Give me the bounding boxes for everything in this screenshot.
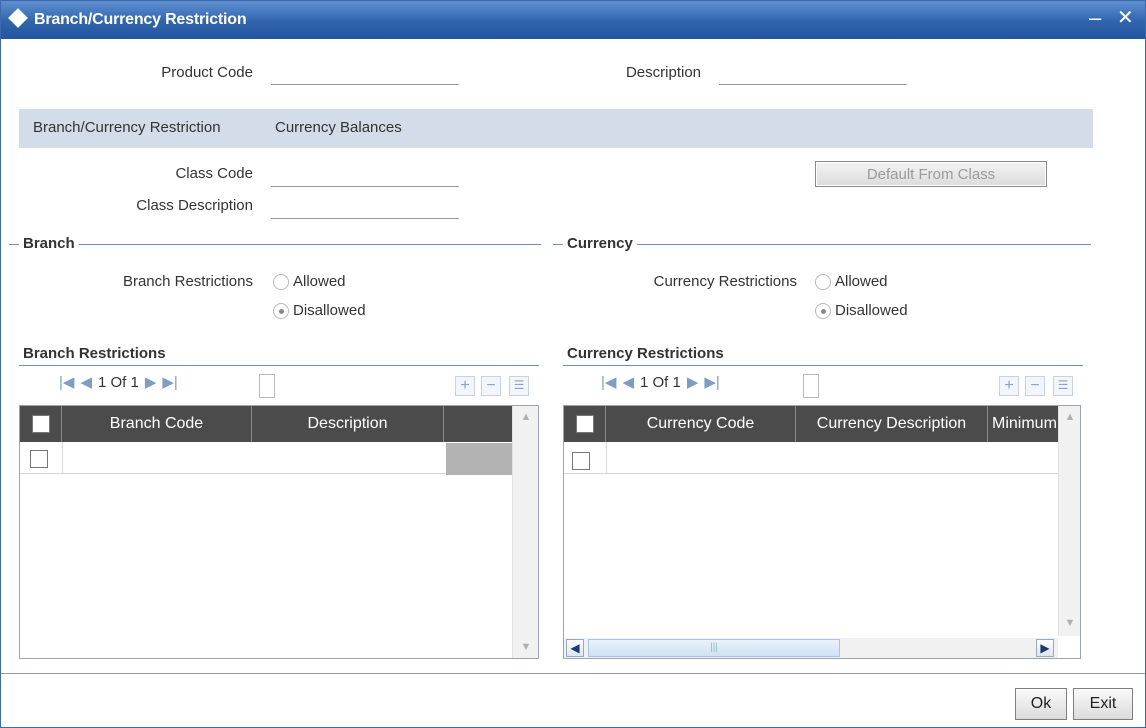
footer-bar: Ok Exit xyxy=(1,673,1145,727)
close-button[interactable]: ✕ xyxy=(1117,5,1134,31)
currency-disallowed-radio[interactable]: Disallowed xyxy=(815,302,908,319)
branch-grid-header: Branch Code Description xyxy=(20,406,512,442)
currency-restrictions-grid: Currency Code Currency Description Minim… xyxy=(563,405,1081,659)
window-diamond-icon xyxy=(8,8,28,28)
branch-section-divider xyxy=(9,244,541,245)
previous-page-icon[interactable]: ◀ xyxy=(80,373,92,391)
currency-grid-title: Currency Restrictions xyxy=(567,345,724,362)
branch-allowed-radio[interactable]: Allowed xyxy=(273,273,346,290)
delete-row-button[interactable]: − xyxy=(1025,376,1045,396)
select-all-checkbox[interactable] xyxy=(576,415,594,433)
exit-button[interactable]: Exit xyxy=(1073,688,1133,720)
window-title: Branch/Currency Restriction xyxy=(34,11,247,28)
branch-grid-title: Branch Restrictions xyxy=(23,345,166,362)
horizontal-scroll-thumb[interactable]: ||| xyxy=(588,639,840,657)
currency-page-indicator: 1 Of 1 xyxy=(639,373,681,391)
select-all-checkbox[interactable] xyxy=(32,415,50,433)
currency-description-column-header[interactable]: Currency Description xyxy=(796,406,988,442)
ok-button[interactable]: Ok xyxy=(1015,688,1067,720)
currency-section-title: Currency xyxy=(563,235,637,252)
row-checkbox[interactable] xyxy=(30,450,48,468)
branch-currency-restriction-window: Branch/Currency Restriction – ✕ Product … xyxy=(0,0,1146,728)
view-row-button[interactable]: ☰ xyxy=(1053,376,1073,396)
currency-allowed-radio[interactable]: Allowed xyxy=(815,273,888,290)
branch-page-input[interactable] xyxy=(259,374,275,398)
branch-disallowed-label: Disallowed xyxy=(293,302,366,319)
branch-page-indicator: 1 Of 1 xyxy=(97,373,139,391)
row-filler-cell xyxy=(446,443,512,475)
add-row-button[interactable]: + xyxy=(455,376,475,396)
delete-row-button[interactable]: − xyxy=(481,376,501,396)
minimize-button[interactable]: – xyxy=(1089,5,1101,31)
branch-description-column-header[interactable]: Description xyxy=(252,406,444,442)
branch-code-column-header[interactable]: Branch Code xyxy=(62,406,252,442)
scroll-up-icon[interactable]: ▲ xyxy=(517,408,535,426)
add-row-button[interactable]: + xyxy=(999,376,1019,396)
branch-grid-vertical-scrollbar[interactable]: ▲ ▼ xyxy=(512,406,538,658)
currency-allowed-label: Allowed xyxy=(835,273,888,290)
currency-grid-header: Currency Code Currency Description Minim… xyxy=(564,406,1058,442)
description-field[interactable] xyxy=(719,63,907,85)
tab-branch-currency-restriction[interactable]: Branch/Currency Restriction xyxy=(33,119,221,136)
table-row[interactable] xyxy=(564,442,1058,474)
branch-pager: |◀ ◀ 1 Of 1 ▶ ▶| xyxy=(59,373,184,392)
first-page-icon[interactable]: |◀ xyxy=(59,373,74,391)
branch-extra-column-header xyxy=(444,406,512,442)
branch-disallowed-radio[interactable]: Disallowed xyxy=(273,302,366,319)
currency-pager: |◀ ◀ 1 Of 1 ▶ ▶| xyxy=(601,373,726,392)
scroll-left-icon[interactable]: ◀ xyxy=(566,639,584,657)
branch-section-title: Branch xyxy=(19,235,79,252)
next-page-icon[interactable]: ▶ xyxy=(687,373,699,391)
class-description-label: Class Description xyxy=(136,197,253,214)
row-divider xyxy=(62,442,63,474)
previous-page-icon[interactable]: ◀ xyxy=(622,373,634,391)
branch-restrictions-label: Branch Restrictions xyxy=(122,273,253,290)
select-all-cell xyxy=(20,406,62,442)
currency-page-input[interactable] xyxy=(803,374,819,398)
tab-currency-balances[interactable]: Currency Balances xyxy=(275,119,402,136)
currency-code-column-header[interactable]: Currency Code xyxy=(606,406,796,442)
minimum-column-header[interactable]: Minimum xyxy=(988,406,1058,442)
scroll-right-icon[interactable]: ▶ xyxy=(1036,639,1054,657)
row-divider xyxy=(606,442,607,474)
class-code-label: Class Code xyxy=(175,165,253,182)
radio-icon xyxy=(273,273,289,290)
currency-grid-vertical-scrollbar[interactable]: ▲ ▼ xyxy=(1058,406,1080,636)
radio-selected-icon xyxy=(815,302,831,319)
branch-restrictions-grid: Branch Code Description ▲ ▼ xyxy=(19,405,539,659)
class-code-field[interactable] xyxy=(271,165,459,187)
last-page-icon[interactable]: ▶| xyxy=(162,373,177,391)
radio-selected-icon xyxy=(273,302,289,319)
branch-allowed-label: Allowed xyxy=(293,273,346,290)
product-code-label: Product Code xyxy=(161,64,253,81)
view-row-button[interactable]: ☰ xyxy=(509,376,529,396)
branch-grid-title-underline xyxy=(19,365,539,366)
tab-strip: Branch/Currency Restriction Currency Bal… xyxy=(19,109,1093,148)
scroll-up-icon[interactable]: ▲ xyxy=(1061,408,1079,426)
radio-icon xyxy=(815,273,831,290)
scroll-down-icon[interactable]: ▼ xyxy=(517,638,535,656)
currency-grid-horizontal-scrollbar[interactable]: ◀ ||| ▶ xyxy=(564,638,1058,658)
description-label: Description xyxy=(625,64,701,81)
title-bar[interactable]: Branch/Currency Restriction – ✕ xyxy=(1,1,1145,39)
next-page-icon[interactable]: ▶ xyxy=(145,373,157,391)
first-page-icon[interactable]: |◀ xyxy=(601,373,616,391)
select-all-cell xyxy=(564,406,606,442)
scroll-down-icon[interactable]: ▼ xyxy=(1061,614,1079,632)
currency-disallowed-label: Disallowed xyxy=(835,302,908,319)
product-code-field[interactable] xyxy=(271,63,459,85)
currency-grid-title-underline xyxy=(563,365,1083,366)
last-page-icon[interactable]: ▶| xyxy=(704,373,719,391)
default-from-class-button[interactable]: Default From Class xyxy=(815,161,1047,187)
table-row[interactable] xyxy=(20,442,446,474)
class-description-field[interactable] xyxy=(271,197,459,219)
currency-restrictions-label: Currency Restrictions xyxy=(653,273,797,290)
row-checkbox[interactable] xyxy=(572,452,590,470)
